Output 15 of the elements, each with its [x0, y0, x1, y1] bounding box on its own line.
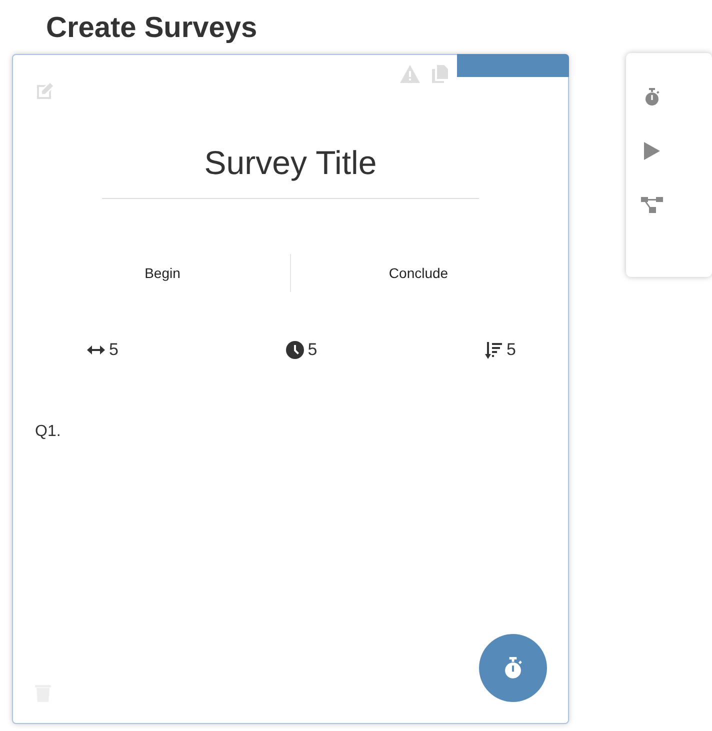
page-title: Create Surveys	[45, 11, 258, 46]
stat-value: 5	[109, 340, 118, 360]
sitemap-icon[interactable]	[641, 196, 663, 214]
question-label: Q1.	[35, 423, 62, 441]
section-button[interactable]: Conclude	[290, 254, 546, 292]
stat-value: 5	[506, 340, 516, 360]
horizontal-arrows-icon	[87, 345, 105, 355]
sort-icon	[484, 342, 503, 358]
stopwatch-icon	[503, 657, 523, 679]
section-button[interactable]: Begin	[35, 254, 290, 292]
survey-title[interactable]: Survey Title	[102, 144, 479, 199]
clock-icon	[286, 341, 304, 359]
stopwatch-icon[interactable]	[644, 88, 660, 106]
play-icon[interactable]	[644, 142, 660, 160]
stat-value: 5	[308, 340, 318, 360]
